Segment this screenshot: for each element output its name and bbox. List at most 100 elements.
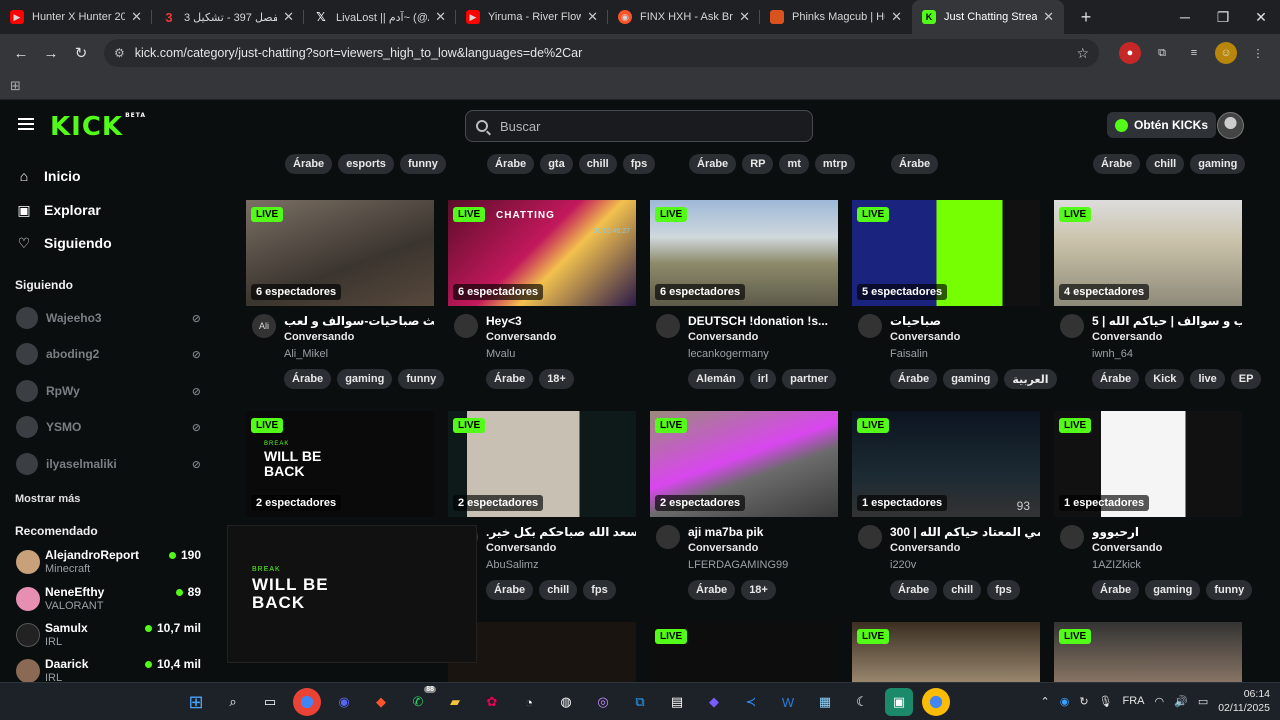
- show-more-link[interactable]: Mostrar más: [15, 493, 80, 505]
- tag-chip[interactable]: fps: [583, 580, 616, 600]
- stream-category[interactable]: Conversando: [486, 331, 556, 343]
- volume-icon[interactable]: 🔊: [1174, 695, 1188, 708]
- stream-card[interactable]: LIVE 2 espectadores BREAK WILL BE BACK: [246, 411, 434, 517]
- stream-card[interactable]: LIVE 4 espectadores 5 | العاب و سوالف | حي…: [1054, 200, 1262, 389]
- back-icon[interactable]: ←: [6, 45, 36, 62]
- extension-icon[interactable]: ●: [1119, 42, 1141, 64]
- stream-title[interactable]: ارحبووو: [1092, 525, 1242, 539]
- tag-chip[interactable]: Árabe: [487, 154, 535, 174]
- stream-card[interactable]: LIVE 6 espectadores DEUTSCH !donation !s..…: [650, 200, 838, 389]
- stream-thumbnail[interactable]: LIVE 4 espectadores: [1054, 200, 1242, 306]
- tag-chip[interactable]: 18+: [741, 580, 776, 600]
- close-window-icon[interactable]: ✕: [1242, 0, 1280, 34]
- tag-chip[interactable]: esports: [338, 154, 394, 174]
- site-info-icon[interactable]: ⚙: [114, 46, 125, 60]
- nav-following[interactable]: ♡ Siguiendo: [16, 235, 112, 252]
- tag-chip[interactable]: Kick: [1145, 369, 1185, 389]
- apps-grid-icon[interactable]: ⊞: [10, 78, 21, 94]
- tag-chip[interactable]: mt: [779, 154, 809, 174]
- stream-category[interactable]: Conversando: [688, 542, 758, 554]
- stream-title[interactable]: .اسعد الله صباحكم بكل خير: [486, 525, 636, 539]
- url-bar[interactable]: ⚙ kick.com/category/just-chatting?sort=v…: [104, 39, 1099, 67]
- channel-avatar[interactable]: Ali: [252, 314, 276, 338]
- vscode-icon[interactable]: ≺: [737, 688, 765, 716]
- nav-browse[interactable]: ▣ Explorar: [16, 202, 100, 219]
- stream-thumbnail[interactable]: LIVE 5 espectadores: [852, 200, 1040, 306]
- speedometer-icon[interactable]: ◔: [515, 688, 543, 716]
- tag-chip[interactable]: gaming: [1190, 154, 1246, 174]
- stream-thumbnail[interactable]: LIVE 1 espectadores 93: [852, 411, 1040, 517]
- stream-category[interactable]: Conversando: [486, 542, 556, 554]
- chrome-icon[interactable]: [922, 688, 950, 716]
- tag-chip[interactable]: Árabe: [1092, 580, 1140, 600]
- close-tab-icon[interactable]: ✕: [587, 9, 598, 25]
- battery-icon[interactable]: ▭: [1198, 695, 1208, 708]
- channel-avatar[interactable]: [858, 525, 882, 549]
- stream-card[interactable]: LIVE 2 espectadores aji ma7ba pik Conversan…: [650, 411, 838, 600]
- puzzle-icon[interactable]: ⧉: [1151, 42, 1173, 64]
- recommended-channel[interactable]: Samulx IRL 10,7 mil: [16, 621, 201, 653]
- stream-card[interactable]: LIVE 6 espectadores CHATTING 01:16:46:27 Hey…: [448, 200, 636, 389]
- stream-thumbnail[interactable]: LIVE 6 espectadores CHATTING 01:16:46:27: [448, 200, 636, 306]
- tag-chip[interactable]: mtrp: [814, 154, 856, 174]
- stream-category[interactable]: Conversando: [688, 331, 758, 343]
- channel-name[interactable]: Mvalu: [486, 348, 515, 360]
- app-icon[interactable]: ◆: [700, 688, 728, 716]
- wifi-icon[interactable]: ◠: [1155, 695, 1165, 708]
- tag-chip[interactable]: Árabe: [1092, 369, 1140, 389]
- followed-channel[interactable]: YSMO ⊘: [16, 416, 201, 438]
- search-input[interactable]: [500, 118, 790, 134]
- sync-icon[interactable]: ↻: [1079, 695, 1088, 708]
- clock[interactable]: 06:14 02/11/2025: [1218, 687, 1270, 715]
- stream-thumbnail[interactable]: LIVE 1 espectadores: [1054, 411, 1242, 517]
- get-kicks-button[interactable]: Obtén KICKs: [1107, 112, 1217, 138]
- browser-tab[interactable]: 𝕏 LivaLost || آدم~ (@A ✕: [304, 0, 456, 34]
- hamburger-menu-icon[interactable]: [18, 118, 34, 130]
- app-icon[interactable]: ✿: [478, 688, 506, 716]
- stream-category[interactable]: Conversando: [890, 331, 960, 343]
- search-bar[interactable]: [465, 110, 813, 142]
- channel-avatar[interactable]: [656, 525, 680, 549]
- menu-dots-icon[interactable]: ⋮: [1247, 42, 1269, 64]
- browser-tab[interactable]: Phinks Magcub | Hu ✕: [760, 0, 912, 34]
- browser-tab[interactable]: ◉ FINX HXH - Ask Brav ✕: [608, 0, 760, 34]
- tag-chip[interactable]: gaming: [1145, 580, 1201, 600]
- tag-chip[interactable]: fps: [622, 154, 656, 174]
- tag-chip[interactable]: Árabe: [1093, 154, 1141, 174]
- followed-channel[interactable]: Wajeeho3 ⊘: [16, 307, 201, 329]
- stream-category[interactable]: Conversando: [890, 542, 960, 554]
- snipping-icon[interactable]: ⧉: [626, 688, 654, 716]
- tag-chip[interactable]: live: [1190, 369, 1225, 389]
- channel-avatar[interactable]: [858, 314, 882, 338]
- tag-chip[interactable]: العربية: [1004, 369, 1057, 389]
- tag-chip[interactable]: RP: [742, 154, 774, 174]
- media-icon[interactable]: ◎: [589, 688, 617, 716]
- tag-chip[interactable]: Árabe: [689, 154, 737, 174]
- tag-chip[interactable]: gaming: [337, 369, 393, 389]
- notepad-icon[interactable]: ▦: [811, 688, 839, 716]
- stream-card[interactable]: LIVE 1 espectadores ارحبووو Conversando 1AZI…: [1054, 411, 1253, 600]
- app-icon[interactable]: ▤: [663, 688, 691, 716]
- browser-tab-active[interactable]: K Just Chatting Stream ✕: [912, 0, 1064, 34]
- recommended-channel[interactable]: NeneEfthy VALORANT 89: [16, 585, 201, 617]
- stream-title[interactable]: بث صباحيات-سوالف و لعب: [284, 314, 434, 328]
- channel-avatar[interactable]: [1060, 314, 1084, 338]
- minimize-icon[interactable]: ─: [1166, 0, 1204, 34]
- language-indicator[interactable]: FRA: [1123, 695, 1145, 707]
- stream-thumbnail[interactable]: LIVE 2 espectadores: [448, 411, 636, 517]
- tag-chip[interactable]: Árabe: [285, 154, 333, 174]
- new-tab-button[interactable]: +: [1072, 7, 1100, 28]
- stream-title[interactable]: صباحيات: [890, 314, 1040, 328]
- media-control-icon[interactable]: ≡: [1183, 42, 1205, 64]
- tag-chip[interactable]: Árabe: [688, 580, 736, 600]
- browser-tab[interactable]: ▶ Yiruma - River Flows ✕: [456, 0, 608, 34]
- stream-category[interactable]: Conversando: [1092, 542, 1162, 554]
- stream-thumbnail[interactable]: LIVE 6 espectadores: [246, 200, 434, 306]
- stream-category[interactable]: Conversando: [284, 331, 354, 343]
- stream-thumbnail[interactable]: LIVE 2 espectadores: [650, 411, 838, 517]
- close-tab-icon[interactable]: ✕: [891, 9, 902, 25]
- chrome-icon[interactable]: [293, 688, 321, 716]
- tag-chip[interactable]: funny: [1206, 580, 1253, 600]
- nav-home[interactable]: ⌂ Inicio: [16, 168, 81, 184]
- stream-card[interactable]: LIVE 6 espectadores Ali بث صباحيات-سوالف و …: [246, 200, 445, 389]
